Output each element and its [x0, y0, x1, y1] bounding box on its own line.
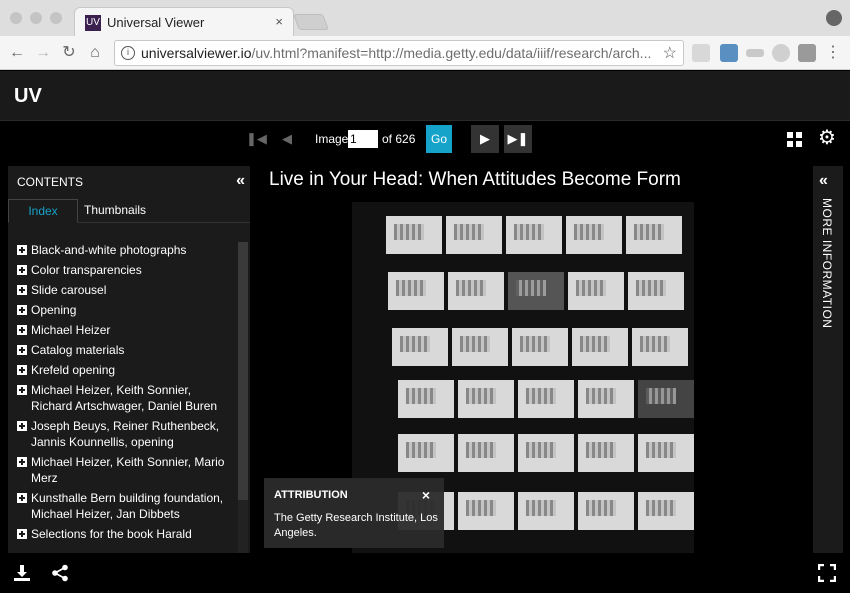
tree-item[interactable]: Michael Heizer: [17, 322, 231, 338]
gallery-grid-icon[interactable]: [787, 132, 802, 147]
info-icon[interactable]: i: [121, 46, 135, 60]
attribution-text: The Getty Research Institute, Los Angele…: [274, 512, 438, 539]
tab-close-icon[interactable]: ×: [275, 14, 283, 29]
tree-item[interactable]: Black-and-white photographs: [17, 242, 231, 258]
tree-item[interactable]: Selections for the book Harald: [17, 526, 231, 542]
tree-item[interactable]: Color transparencies: [17, 262, 231, 278]
expand-plus-icon[interactable]: [17, 385, 27, 395]
page-count: of 626: [382, 132, 416, 146]
expand-plus-icon[interactable]: [17, 457, 27, 467]
attribution-close-icon[interactable]: ×: [422, 487, 430, 503]
settings-gear-icon[interactable]: ⚙: [818, 128, 836, 148]
expand-plus-icon[interactable]: [17, 529, 27, 539]
window-zoom-button[interactable]: [50, 12, 62, 24]
back-icon[interactable]: ←: [6, 42, 28, 64]
contents-title: CONTENTS: [17, 175, 83, 189]
profile-icon[interactable]: [826, 10, 842, 26]
tree-item[interactable]: Michael Heizer, Keith Sonnier, Mario Mer…: [17, 454, 231, 486]
tree-item-label: Color transparencies: [31, 263, 142, 277]
expand-plus-icon[interactable]: [17, 305, 27, 315]
tree-item-label: Slide carousel: [31, 283, 107, 297]
download-icon[interactable]: [13, 564, 31, 582]
footer-bar: [0, 553, 850, 593]
tree-item[interactable]: Joseph Beuys, Reiner Ruthenbeck, Jannis …: [17, 418, 231, 450]
tab-title: Universal Viewer: [107, 15, 205, 30]
new-tab-button[interactable]: [293, 14, 329, 30]
tree-item-label: Michael Heizer, Keith Sonnier, Mario Mer…: [31, 455, 225, 485]
last-page-icon[interactable]: ▶❚: [504, 125, 532, 153]
url-text[interactable]: universalviewer.io/uv.html?manifest=http…: [141, 45, 651, 61]
more-information-panel[interactable]: « MORE INFORMATION: [813, 166, 843, 553]
image-label: Image: [315, 132, 349, 146]
share-icon[interactable]: [51, 564, 69, 582]
tree-item-label: Black-and-white photographs: [31, 243, 187, 257]
expand-plus-icon[interactable]: [17, 421, 27, 431]
expand-plus-icon[interactable]: [17, 493, 27, 503]
tree-item[interactable]: Krefeld opening: [17, 362, 231, 378]
circle-extension-icon[interactable]: [772, 44, 790, 62]
attribution-title: ATTRIBUTION: [274, 489, 348, 501]
window-minimize-button[interactable]: [30, 12, 42, 24]
collapse-left-icon[interactable]: «: [236, 172, 245, 190]
address-bar[interactable]: i universalviewer.io/uv.html?manifest=ht…: [114, 40, 684, 66]
forward-icon[interactable]: →: [32, 42, 54, 64]
tree-item-label: Selections for the book Harald: [31, 527, 192, 541]
tree-item[interactable]: Michael Heizer, Keith Sonnier, Richard A…: [17, 382, 231, 414]
go-button[interactable]: Go: [426, 125, 452, 153]
contents-tabs: Index Thumbnails: [8, 199, 250, 223]
page-title: Live in Your Head: When Attitudes Become…: [269, 169, 681, 190]
window-close-button[interactable]: [10, 12, 22, 24]
tree-item-label: Michael Heizer: [31, 323, 111, 337]
uv-favicon-icon: UV: [85, 15, 101, 31]
tree-item-label: Kunsthalle Bern building foundation, Mic…: [31, 491, 224, 521]
previous-page-icon[interactable]: ◀: [278, 125, 296, 153]
url-host: universalviewer.io: [141, 45, 252, 61]
expand-plus-icon[interactable]: [17, 285, 27, 295]
next-page-icon[interactable]: ▶: [471, 125, 499, 153]
skype-extension-icon[interactable]: [720, 44, 738, 62]
browser-toolbar: ← → ↻ ⌂ i universalviewer.io/uv.html?man…: [0, 36, 850, 70]
tree-item[interactable]: Kunsthalle Bern building foundation, Mic…: [17, 490, 231, 522]
expand-right-icon[interactable]: «: [819, 172, 828, 190]
contents-panel: CONTENTS « Index Thumbnails Black-and-wh…: [8, 166, 250, 553]
browser-tab[interactable]: UV Universal Viewer ×: [74, 7, 294, 37]
contents-scrollbar-track[interactable]: [238, 500, 248, 553]
tab-index[interactable]: Index: [8, 199, 78, 223]
uv-header: UV: [0, 71, 850, 121]
reload-icon[interactable]: ↻: [58, 42, 80, 64]
fullscreen-icon[interactable]: [818, 564, 836, 582]
bookmark-star-icon[interactable]: ☆: [663, 43, 677, 63]
uv-logo: UV: [14, 85, 42, 107]
more-information-label[interactable]: MORE INFORMATION: [820, 198, 834, 328]
first-page-icon[interactable]: ❚◀: [246, 125, 267, 153]
tree-item-label: Opening: [31, 303, 77, 317]
attribution-overlay: ATTRIBUTION × The Getty Research Institu…: [264, 478, 444, 548]
tree-item-label: Catalog materials: [31, 343, 125, 357]
url-path: /uv.html?manifest=http://media.getty.edu…: [251, 45, 652, 61]
contents-scrollbar-thumb[interactable]: [238, 242, 248, 500]
tree-item-label: Joseph Beuys, Reiner Ruthenbeck, Jannis …: [31, 419, 220, 449]
menu-dots-icon[interactable]: ⋮: [822, 42, 844, 64]
expand-plus-icon[interactable]: [17, 325, 27, 335]
square-extension-icon[interactable]: [798, 44, 816, 62]
browser-tab-bar: UV Universal Viewer ×: [0, 0, 850, 37]
expand-plus-icon[interactable]: [17, 265, 27, 275]
html-extension-icon[interactable]: [746, 49, 764, 57]
home-icon[interactable]: ⌂: [84, 42, 106, 64]
expand-plus-icon[interactable]: [17, 245, 27, 255]
pager-bar: ❚◀ ◀ Image of 626 Go ▶ ▶❚ ⚙: [0, 122, 850, 156]
tree-item-label: Krefeld opening: [31, 363, 116, 377]
tree-item[interactable]: Slide carousel: [17, 282, 231, 298]
tree-item-label: Michael Heizer, Keith Sonnier, Richard A…: [31, 383, 218, 413]
expand-plus-icon[interactable]: [17, 345, 27, 355]
expand-plus-icon[interactable]: [17, 365, 27, 375]
tree-item[interactable]: Catalog materials: [17, 342, 231, 358]
tree-item[interactable]: Opening: [17, 302, 231, 318]
contents-tree: Black-and-white photographs Color transp…: [17, 242, 231, 546]
tab-thumbnails[interactable]: Thumbnails: [84, 199, 146, 223]
cast-extension-icon[interactable]: [692, 44, 710, 62]
page-number-input[interactable]: [348, 130, 378, 148]
